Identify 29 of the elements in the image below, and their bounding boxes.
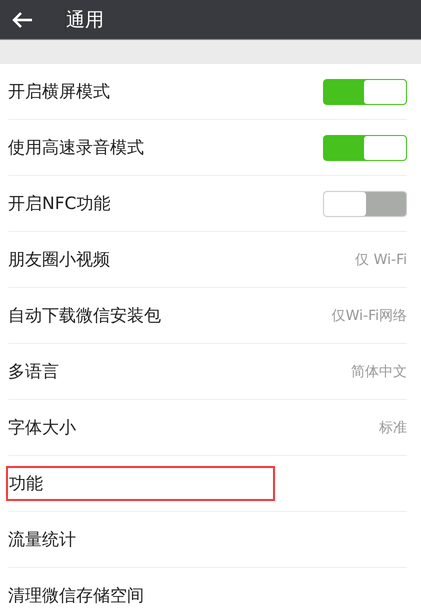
row-label: 自动下载微信安装包 — [8, 305, 161, 328]
settings-row[interactable]: 功能 — [8, 456, 407, 512]
row-label: 开启NFC功能 — [8, 193, 110, 216]
settings-row[interactable]: 自动下载微信安装包 仅Wi-Fi网络 — [8, 288, 407, 344]
row-label: 流量统计 — [8, 529, 76, 552]
row-value: 仅Wi-Fi网络 — [332, 306, 407, 324]
row-label: 字体大小 — [8, 417, 76, 440]
settings-row[interactable]: 流量统计 — [8, 512, 407, 568]
settings-row[interactable]: 字体大小 标准 — [8, 400, 407, 456]
settings-row[interactable]: 开启NFC功能 — [8, 176, 407, 232]
row-label: 功能 — [8, 468, 273, 499]
row-value: 简体中文 — [351, 362, 407, 380]
toggle-switch[interactable] — [323, 78, 407, 104]
settings-row[interactable]: 开启横屏模式 — [8, 64, 407, 120]
page-title: 通用 — [65, 6, 104, 32]
row-label: 朋友圈小视频 — [8, 249, 110, 272]
settings-row[interactable]: 多语言 简体中文 — [8, 344, 407, 400]
row-label: 清理微信存储空间 — [8, 585, 144, 608]
toggle-switch[interactable] — [323, 134, 407, 160]
settings-row[interactable]: 朋友圈小视频 仅 Wi-Fi — [8, 232, 407, 288]
row-value: 标准 — [379, 418, 407, 436]
toggle-switch[interactable] — [323, 190, 407, 216]
row-label: 开启横屏模式 — [8, 81, 110, 104]
row-value: 仅 Wi-Fi — [355, 250, 407, 268]
row-label: 多语言 — [8, 361, 59, 384]
settings-row[interactable]: 清理微信存储空间 — [8, 568, 407, 613]
row-label: 使用高速录音模式 — [8, 137, 144, 160]
back-icon[interactable] — [10, 10, 34, 30]
settings-row[interactable]: 使用高速录音模式 — [8, 120, 407, 176]
